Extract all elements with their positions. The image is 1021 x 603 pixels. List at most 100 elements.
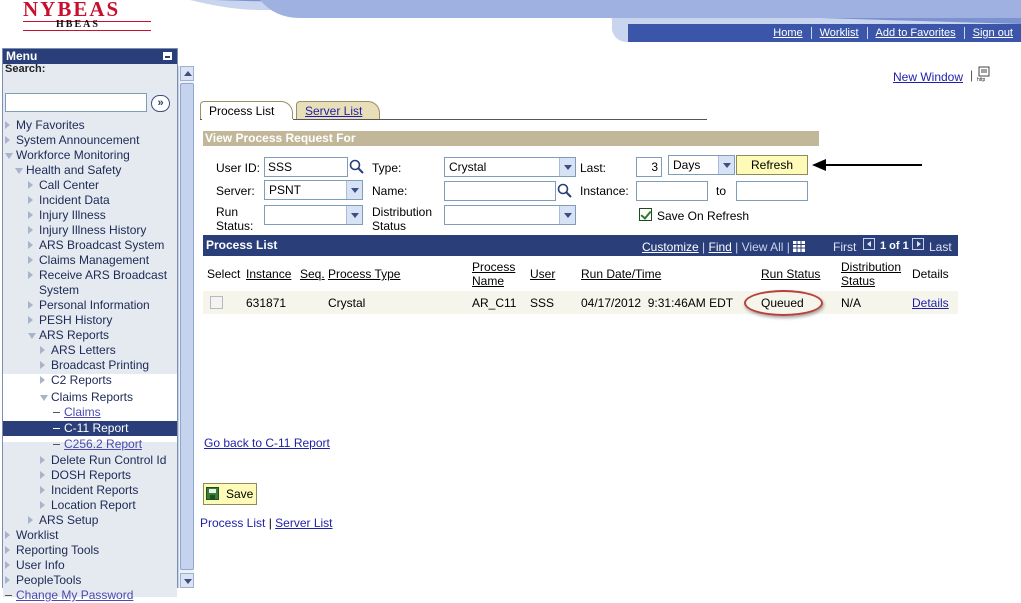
- dropdown-arrow-icon: [559, 158, 575, 176]
- collapsed-arrow-icon: [28, 516, 33, 524]
- col-instance[interactable]: Instance: [246, 267, 291, 281]
- first-link[interactable]: First: [833, 240, 856, 254]
- footer-process-list-link[interactable]: Process List: [200, 516, 265, 530]
- customize-link[interactable]: Customize: [642, 240, 699, 254]
- user-id-label: User ID:: [216, 161, 261, 175]
- server-select[interactable]: PSNT: [264, 180, 363, 200]
- expanded-arrow-icon: [5, 153, 13, 159]
- tab-server-list[interactable]: Server List: [296, 101, 380, 119]
- go-back-link[interactable]: Go back to C-11 Report: [204, 436, 330, 450]
- menu-header: Menu: [3, 49, 177, 64]
- collapsed-arrow-icon: [28, 241, 33, 249]
- collapsed-arrow-icon: [5, 576, 10, 584]
- col-process-name-1[interactable]: Process: [472, 260, 515, 274]
- collapsed-arrow-icon: [28, 301, 33, 309]
- col-process-type[interactable]: Process Type: [328, 267, 400, 281]
- row-select-checkbox[interactable]: [210, 296, 223, 309]
- menu-item-c11-report[interactable]: C-11 Report: [3, 421, 177, 436]
- section-header: View Process Request For: [203, 131, 819, 146]
- menu-scrollbar[interactable]: [178, 66, 194, 588]
- cell-distribution-status: N/A: [841, 296, 862, 310]
- col-run-status[interactable]: Run Status: [761, 267, 820, 281]
- page-info: 1 of 1: [880, 240, 909, 252]
- minimize-icon[interactable]: [162, 51, 173, 61]
- collapsed-arrow-icon: [28, 196, 33, 204]
- col-distribution-status-1[interactable]: Distribution: [841, 260, 901, 274]
- new-window-link[interactable]: New Window: [893, 70, 963, 84]
- run-status-select[interactable]: [264, 205, 363, 225]
- last-link[interactable]: Last: [929, 240, 952, 254]
- refresh-button[interactable]: Refresh: [736, 155, 808, 175]
- find-link[interactable]: Find: [708, 240, 731, 254]
- tab-process-list[interactable]: Process List: [200, 101, 293, 119]
- expanded-arrow-icon: [15, 168, 23, 174]
- collapsed-arrow-icon: [28, 271, 33, 279]
- type-select[interactable]: Crystal: [444, 157, 576, 177]
- menu-item-receive-ars-broadcast-system[interactable]: Receive ARS Broadcast System: [28, 268, 173, 298]
- cell-user: SSS: [530, 296, 555, 310]
- svg-text:http: http: [977, 77, 986, 82]
- collapsed-arrow-icon: [40, 346, 45, 354]
- user-id-lookup-icon[interactable]: [349, 159, 365, 175]
- menu-search-input[interactable]: [5, 93, 147, 112]
- cell-run-datetime: 04/17/2012 9:31:46AM EDT: [581, 296, 734, 310]
- nav-home-link[interactable]: Home: [765, 27, 810, 39]
- name-label: Name:: [372, 184, 408, 198]
- collapsed-arrow-icon: [40, 471, 45, 479]
- search-go-icon[interactable]: »: [151, 95, 170, 112]
- help-icon[interactable]: http: [977, 66, 993, 82]
- cell-instance: 631871: [246, 296, 287, 310]
- collapsed-arrow-icon: [40, 456, 45, 464]
- collapsed-arrow-icon: [40, 486, 45, 494]
- arrow-annotation-icon: [812, 159, 922, 171]
- expanded-arrow-icon: [28, 333, 36, 339]
- collapsed-arrow-icon: [40, 501, 45, 509]
- type-label: Type:: [372, 161, 402, 175]
- scroll-down-icon[interactable]: [180, 573, 194, 588]
- save-icon: [206, 487, 219, 500]
- collapsed-arrow-icon: [28, 226, 33, 234]
- distribution-status-select[interactable]: [444, 205, 576, 225]
- cell-process-name: AR_C11: [472, 296, 517, 310]
- run-status-label-2: Status:: [216, 219, 254, 233]
- name-input[interactable]: [444, 181, 556, 201]
- header: NYBEAS HBEAS Home Worklist Add to Favori…: [0, 0, 1021, 42]
- user-id-input[interactable]: SSS: [264, 157, 348, 177]
- col-process-name-2[interactable]: Name: [472, 274, 504, 288]
- col-run-datetime[interactable]: Run Date/Time: [581, 267, 661, 281]
- col-select: Select: [207, 267, 241, 281]
- instance-from-input[interactable]: [636, 181, 708, 201]
- collapsed-arrow-icon: [40, 376, 45, 384]
- collapsed-arrow-icon: [5, 561, 10, 569]
- last-label: Last:: [580, 161, 607, 175]
- scrollbar-thumb[interactable]: [180, 83, 194, 570]
- distribution-status-label-1: Distribution: [372, 205, 433, 219]
- highlight-circle: [744, 290, 823, 316]
- save-on-refresh-checkbox[interactable]: [639, 208, 652, 221]
- previous-page-icon[interactable]: [863, 238, 875, 250]
- tab-underline: [293, 119, 707, 120]
- cell-details-link[interactable]: Details: [912, 296, 949, 310]
- collapsed-arrow-icon: [5, 546, 10, 554]
- search-label: Search:: [5, 63, 46, 75]
- instance-label: Instance:: [580, 184, 629, 198]
- download-grid-icon[interactable]: [793, 241, 806, 252]
- view-all-link[interactable]: View All: [742, 240, 784, 254]
- last-unit-select[interactable]: Days: [668, 155, 735, 175]
- nav-worklist-link[interactable]: Worklist: [810, 27, 867, 39]
- dropdown-arrow-icon: [718, 156, 734, 174]
- scroll-up-icon[interactable]: [180, 66, 194, 81]
- process-list-grid-header: Process List Customize | Find | View All…: [203, 235, 958, 256]
- next-page-icon[interactable]: [912, 238, 924, 250]
- col-user[interactable]: User: [530, 267, 555, 281]
- last-input[interactable]: 3: [636, 157, 662, 177]
- instance-to-input[interactable]: [736, 181, 808, 201]
- nav-sign-out-link[interactable]: Sign out: [963, 27, 1021, 39]
- nav-add-to-favorites-link[interactable]: Add to Favorites: [866, 27, 964, 39]
- menu-title: Menu: [6, 49, 38, 63]
- footer-server-list-link[interactable]: Server List: [275, 516, 332, 530]
- col-seq[interactable]: Seq.: [300, 267, 325, 281]
- col-distribution-status-2[interactable]: Status: [841, 274, 875, 288]
- footer-links: Process List | Server List: [200, 516, 333, 530]
- name-lookup-icon[interactable]: [557, 183, 573, 199]
